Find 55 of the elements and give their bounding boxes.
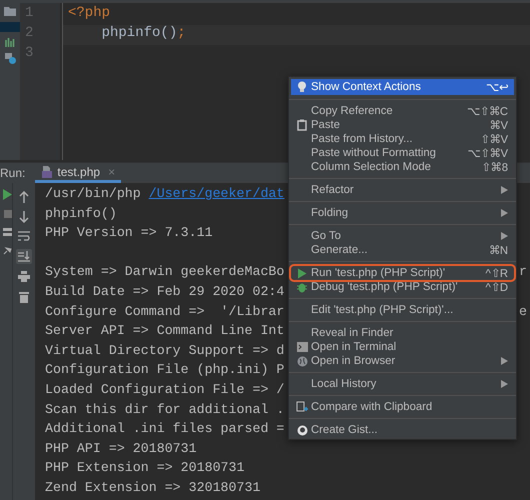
menu-item[interactable]: Column Selection Mode ⇧⌘8 bbox=[291, 160, 514, 174]
menu-item[interactable]: Run 'test.php (PHP Script)' ^⇧R bbox=[291, 266, 514, 280]
console-line: Additional .ini files parsed = bbox=[45, 421, 284, 438]
console-line: Virtual Directory Support => d bbox=[45, 342, 284, 360]
play-icon bbox=[297, 268, 307, 278]
console-line: System => Darwin geekerdeMacBo bbox=[45, 264, 284, 282]
scroll-to-end-icon[interactable] bbox=[16, 249, 32, 264]
compare-icon bbox=[296, 401, 308, 413]
menu-item[interactable]: Edit 'test.php (PHP Script)'... bbox=[291, 303, 514, 317]
menu-item[interactable]: Reveal in Finder bbox=[291, 326, 514, 340]
menu-item[interactable]: Open in Terminal bbox=[291, 340, 514, 354]
folder-icon[interactable] bbox=[4, 7, 16, 16]
bar-chart-icon[interactable] bbox=[5, 38, 15, 47]
console-line: /usr/bin/php bbox=[45, 186, 142, 203]
menu-item[interactable]: Show Context Actions ⌥↩ bbox=[291, 79, 514, 95]
menu-item[interactable]: Folding bbox=[291, 206, 514, 220]
menu-item[interactable]: Generate... ⌘N bbox=[291, 243, 514, 257]
globe-icon bbox=[296, 356, 308, 366]
code-line: <?php bbox=[67, 5, 112, 23]
console-line: PHP Extension => 20180731 bbox=[45, 460, 244, 478]
trash-icon[interactable] bbox=[16, 289, 32, 304]
menu-item[interactable]: Refactor bbox=[291, 183, 514, 197]
console-line: Scan this dir for additional . bbox=[45, 402, 284, 419]
menu-item[interactable]: Paste from History... ⇧⌘V bbox=[291, 132, 514, 146]
bug-icon bbox=[297, 282, 307, 292]
menu-item[interactable]: Compare with Clipboard bbox=[291, 400, 514, 414]
terminal-icon bbox=[296, 342, 308, 352]
menu-item[interactable]: Copy Reference ⌥⇧⌘C bbox=[291, 104, 514, 118]
menu-item[interactable]: Go To bbox=[291, 229, 514, 243]
lightbulb-icon bbox=[297, 81, 307, 93]
console-line: Configure Command => '/Librar bbox=[45, 304, 284, 321]
console-line: Zend Extension => 320180731 bbox=[45, 480, 260, 497]
menu-item[interactable]: Debug 'test.php (PHP Script)' ^⇧D bbox=[291, 280, 514, 294]
console-line: Configuration File (php.ini) P bbox=[45, 362, 284, 380]
menu-item[interactable]: Open in Browser bbox=[291, 354, 514, 368]
file-tab[interactable]: test.php × bbox=[35, 163, 122, 183]
console-text-fragment: r bbox=[519, 264, 527, 280]
php-file-icon bbox=[41, 166, 54, 178]
layout-icon[interactable] bbox=[3, 228, 12, 236]
menu-item[interactable]: Paste ⌘V bbox=[291, 118, 514, 132]
github-icon bbox=[296, 424, 308, 436]
menu-item[interactable]: Paste without Formatting ⌥⇧⌘V bbox=[291, 146, 514, 160]
menu-item[interactable]: Local History bbox=[291, 377, 514, 391]
console-text-fragment: e bbox=[519, 304, 527, 319]
file-path-link[interactable]: /Users/geeker/dat bbox=[148, 186, 284, 206]
print-icon[interactable] bbox=[16, 269, 32, 284]
console-line: Loaded Configuration File => / bbox=[45, 382, 284, 399]
console-line: PHP Version => 7.3.11 bbox=[45, 225, 213, 242]
run-label: Run: bbox=[0, 166, 26, 180]
console-line: phpinfo() bbox=[45, 206, 117, 223]
menu-item[interactable]: Create Gist... bbox=[291, 423, 514, 437]
console-line: Build Date => Feb 29 2020 02:4 bbox=[45, 284, 284, 301]
clipboard-icon bbox=[297, 119, 307, 131]
console-line: Server API => Command Line Int bbox=[45, 323, 284, 340]
console-line: PHP API => 20180731 bbox=[45, 440, 197, 458]
